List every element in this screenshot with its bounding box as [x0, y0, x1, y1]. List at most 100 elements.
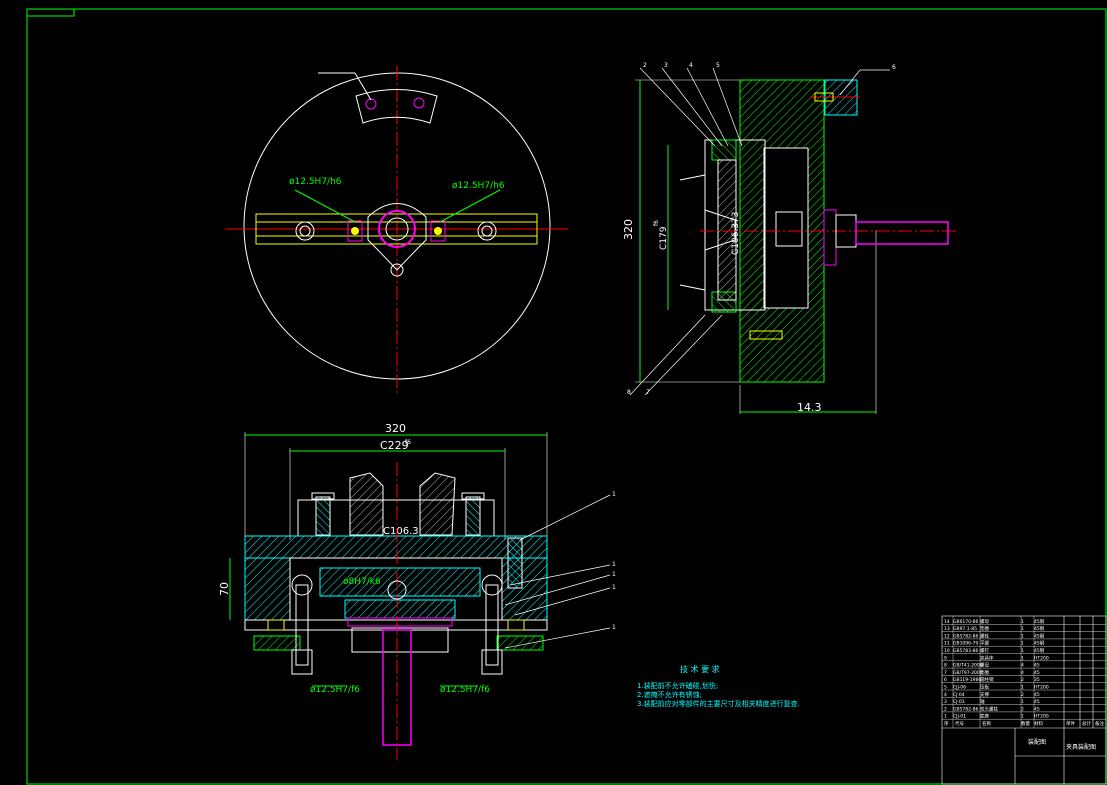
- tech-title: 技 术 要 求: [680, 664, 720, 674]
- bom-cell-qty: 1: [1021, 641, 1024, 647]
- side-height-dim: 320: [622, 219, 635, 240]
- bom-cell-qty: 2: [1021, 692, 1024, 698]
- bom-cell-no: 6: [944, 677, 947, 683]
- bom-cell-mat: 45钢: [1034, 625, 1045, 632]
- bom-header-cell: 序: [944, 720, 949, 727]
- bom-cell-no: 14: [944, 619, 950, 625]
- side-c106-dim: C106.373: [731, 211, 741, 255]
- front-balloon-d: 1: [612, 584, 616, 591]
- bom-header-cell: 单件: [1066, 720, 1075, 727]
- bom-cell-mat: 45: [1034, 663, 1040, 669]
- bom-header-cell: 名称: [982, 720, 991, 727]
- side-c179-dim: C179: [659, 226, 669, 250]
- bom-cell-qty: 1: [1021, 655, 1024, 661]
- bom-cell-qty: 2: [1021, 677, 1024, 683]
- side-balloon-6: 6: [892, 64, 896, 71]
- bom-cell-mat: 45: [1034, 692, 1040, 698]
- bom-cell-no: 2: [944, 706, 947, 712]
- bom-cell-code: GB5782-86: [953, 706, 979, 712]
- bom-cell-code: GB/T41-2000: [953, 663, 983, 669]
- bom-header-cell: 代号: [955, 720, 964, 727]
- bom-cell-no: 10: [944, 648, 950, 654]
- bom-cell-no: 9: [944, 655, 947, 661]
- bom-header-cell: 备注: [1095, 720, 1104, 727]
- bom-cell-name: 螺栓: [980, 632, 989, 639]
- bom-cell-mat: 45钢: [1034, 647, 1045, 654]
- bom-cell-no: 13: [944, 626, 950, 632]
- bom-cell-name: 双头螺柱: [980, 705, 998, 712]
- bom-cell-code: CJJ-01: [953, 714, 966, 720]
- bom-cell-mat: HT200: [1034, 655, 1049, 661]
- bom-cell-no: 3: [944, 699, 947, 705]
- bom-cell-name: 支撑: [980, 691, 989, 698]
- top-fit-left-label: ø12.5H7/h6: [289, 177, 342, 187]
- bom-cell-code: GB119-1986: [953, 677, 981, 683]
- bom-cell-qty: 1: [1021, 648, 1024, 654]
- front-fit-center-label: ø8H7/k6: [343, 577, 381, 587]
- bom-cell-mat: 45: [1034, 706, 1040, 712]
- cad-drawing: ø12.5H7/h6 ø12.5H7/h6 320 C179 f6 C106.3…: [26, 8, 1107, 785]
- side-balloon-4: 4: [689, 62, 693, 69]
- tech-item-2: 2.遮掩不允许有锈蚀;: [637, 690, 702, 699]
- bom-cell-code: GB/T97-2000: [953, 670, 983, 676]
- front-c229-sub: f6: [405, 439, 411, 446]
- bom-cell-mat: 35: [1034, 677, 1040, 683]
- bom-cell-name: 压板: [980, 684, 989, 691]
- side-view: 320 C179 f6 C106.373 14.3 2 3 4 5 6 7 8: [622, 62, 958, 414]
- bom-cell-code: CJJ-06: [953, 685, 966, 691]
- bom-cell-qty: 2: [1021, 706, 1024, 712]
- bom-cell-mat: 45钢: [1034, 618, 1045, 625]
- front-view: 320 C229 f6 C106.3 70 ø8H7/k6 ø12.5H7/f6…: [218, 422, 616, 760]
- bom-cell-code: GB5783-86: [953, 648, 979, 654]
- side-balloon-3: 3: [664, 62, 668, 69]
- front-c106-dim: C106.3: [383, 526, 419, 537]
- front-balloon-b: 1: [612, 561, 616, 568]
- front-height-dim: 70: [218, 582, 231, 596]
- front-fit-left-label: ø12.5H7/f6: [310, 685, 360, 695]
- tech-requirements: 技 术 要 求 1.装配前不允许磕碰,划伤; 2.遮掩不允许有锈蚀; 3.装配前…: [637, 664, 800, 708]
- bom-cell-name: 垫圈: [980, 625, 989, 632]
- bom-cell-code: GB6170-86: [953, 619, 979, 625]
- bom-cell-code: GB97.1-85: [953, 626, 977, 632]
- side-balloon-2: 2: [643, 62, 647, 69]
- bom-cell-name: 平键: [980, 640, 989, 647]
- bom-cell-qty: 1: [1021, 699, 1024, 705]
- bom-cell-name: 轴: [980, 698, 985, 705]
- top-fit-right-label: ø12.5H7/h6: [452, 181, 505, 191]
- bom-cell-name: 底座: [980, 713, 989, 720]
- bom-cell-qty: 4: [1021, 670, 1024, 676]
- bom-header-cell: 数量: [1021, 720, 1030, 727]
- bom-cell-no: 12: [944, 633, 950, 639]
- bom-cell-code: CJ-04: [953, 692, 965, 698]
- bom-cell-qty: 1: [1021, 714, 1024, 720]
- front-balloon-a: 1: [612, 491, 616, 498]
- bom-header-cell: 材料: [1034, 720, 1043, 727]
- front-fit-right-label: ø12.5H7/f6: [440, 685, 490, 695]
- title-part-name: 夹具装配图: [1066, 743, 1096, 751]
- bom-cell-mat: 45钢: [1034, 632, 1045, 639]
- bom-cell-mat: HT200: [1034, 685, 1049, 691]
- bom-cell-no: 11: [944, 641, 950, 647]
- front-balloon-c: 1: [612, 571, 616, 578]
- bom-cell-no: 8: [944, 663, 947, 669]
- bom-cell-mat: 45: [1034, 670, 1040, 676]
- side-c179-sub: f6: [653, 220, 660, 226]
- bom-cell-name: 螺钉: [980, 647, 989, 654]
- bom-cell-mat: 45: [1034, 699, 1040, 705]
- bom-cell-code: GB5782-86: [953, 633, 979, 639]
- side-balloon-5: 5: [716, 62, 720, 69]
- side-balloon-7: 7: [646, 389, 650, 396]
- side-balloon-8: 8: [627, 389, 631, 396]
- bom-cell-qty: 1: [1021, 619, 1024, 625]
- front-balloon-e: 1: [612, 624, 616, 631]
- top-view: ø12.5H7/h6 ø12.5H7/h6: [225, 66, 568, 395]
- bom-cell-no: 7: [944, 670, 947, 676]
- bom-header-cell: 总计: [1082, 720, 1091, 727]
- bom-cell-no: 4: [944, 692, 947, 698]
- bom-cell-name: 螺母: [980, 662, 989, 669]
- bom-cell-code: CJ-03: [953, 699, 965, 705]
- bom-table: 14 GB6170-86 螺母 1 45钢13 GB97.1-85 垫圈 1 45钢12 GB57…: [942, 616, 1106, 728]
- bom-cell-name: 圆柱销: [980, 676, 994, 683]
- front-width-dim: 320: [385, 422, 406, 435]
- bom-cell-qty: 1: [1021, 633, 1024, 639]
